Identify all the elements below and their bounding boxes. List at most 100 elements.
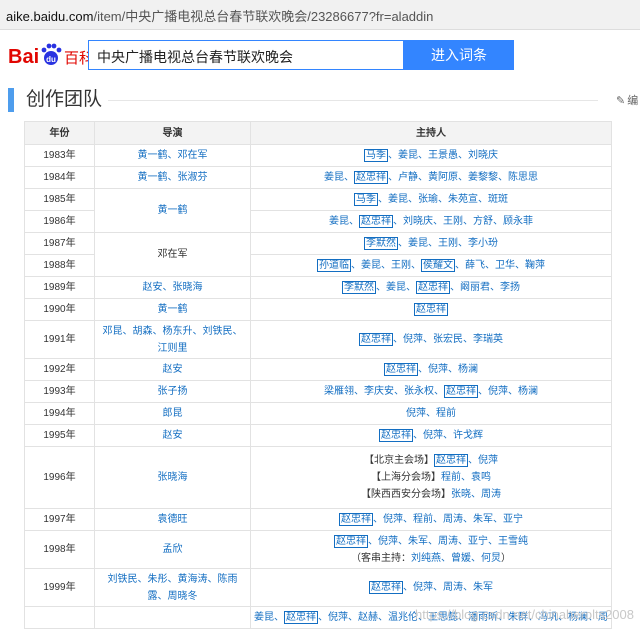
host-name-link[interactable]: 马季	[364, 149, 388, 162]
table-row: 1996年 张晓海 【北京主会场】 赵忠祥 、倪萍 【上海分会场】程前、袁鸣 【陕西西安分会…	[24, 446, 612, 509]
host-text[interactable]: 刘纯燕、曾媛、何炅	[411, 553, 501, 564]
year-cell: 1994年	[24, 402, 95, 425]
director-cell[interactable]: 黄一鹤、张淑芬	[94, 166, 251, 189]
host-name-link[interactable]: 赵忠祥	[379, 429, 413, 442]
host-text[interactable]: 、倪萍、朱军、周涛、亚宁、王雪纯	[368, 536, 528, 547]
hosts-cell: 孙道临 、姜昆、王刚、 侯耀文 、薛飞、卫华、鞠萍	[250, 254, 612, 277]
director-cell[interactable]: 刘铁民、朱彤、黄海涛、陈雨露、周晓冬	[94, 568, 251, 607]
host-text[interactable]: 、倪萍、杨澜	[418, 364, 478, 375]
director-cell[interactable]: 张子扬	[94, 380, 251, 403]
host-text[interactable]: 、卢静、黄阿原、姜黎黎、陈思思	[388, 172, 538, 183]
director-cell[interactable]: 袁德旺	[94, 508, 251, 531]
year-cell: 1985年	[24, 188, 95, 211]
edit-button[interactable]: ✎ 编	[616, 92, 638, 108]
table-row: 1995年 赵安 赵忠祥 、倪萍、许戈辉	[24, 424, 612, 447]
host-text[interactable]: 、阚丽君、李扬	[450, 282, 520, 293]
host-text[interactable]: 、倪萍、许戈辉	[413, 430, 483, 441]
host-name-link[interactable]: 赵忠祥	[416, 281, 450, 294]
header-year: 年份	[24, 121, 95, 145]
director-cell[interactable]: 黄一鹤	[94, 298, 251, 321]
hosts-cell: 赵忠祥 、倪萍、朱军、周涛、亚宁、王雪纯 （客串主持：刘纯燕、曾媛、何炅）	[250, 530, 612, 569]
section-title: 创作团队	[26, 89, 103, 110]
host-text[interactable]: 、刘晓庆、王刚、方舒、顾永菲	[393, 216, 533, 227]
section-header: 创作团队 ✎ 编	[0, 88, 640, 116]
enter-entry-button[interactable]: 进入词条	[404, 40, 514, 70]
logo-du: du	[46, 55, 56, 64]
table-row: 1999年 刘铁民、朱彤、黄海涛、陈雨露、周晓冬 赵忠祥 、倪萍、周涛、朱军	[24, 568, 612, 607]
director-cell[interactable]: 张晓海	[94, 446, 251, 509]
logo-baike: 百科	[64, 49, 88, 67]
host-text[interactable]: 、倪萍、周涛、朱军	[403, 582, 493, 593]
host-name-link[interactable]: 赵忠祥	[369, 581, 403, 594]
hosts-cell: 李默然 、姜昆、王刚、李小玢	[250, 232, 612, 255]
host-text[interactable]: 、薛飞、卫华、鞠萍	[455, 260, 545, 271]
host-name-link[interactable]: 李默然	[364, 237, 398, 250]
host-text[interactable]: 张晓、周涛	[451, 489, 501, 500]
year-cell: 1990年	[24, 298, 95, 321]
host-name-link[interactable]: 赵忠祥	[414, 303, 448, 316]
address-bar[interactable]: aike.baidu.com/item/中央广播电视总台春节联欢晚会/23286…	[0, 0, 640, 30]
director-cell[interactable]: 邓昆、胡森、杨东升、刘铁民、江则里	[94, 320, 251, 359]
table-row: 1989年 赵安、张晓海 李默然 、姜昆、 赵忠祥 、阚丽君、李扬	[24, 276, 612, 299]
host-name-link[interactable]: 赵忠祥	[434, 454, 468, 467]
host-text[interactable]: 、姜昆、	[376, 282, 416, 293]
host-name-link[interactable]: 李默然	[342, 281, 376, 294]
host-line: 赵忠祥 、倪萍、朱军、周涛、亚宁、王雪纯	[254, 533, 608, 550]
watermark: https://blog.csdn.net/chinaherolts2008	[415, 607, 634, 622]
host-text[interactable]: 、倪萍、张宏民、李瑞英	[393, 334, 503, 345]
baidu-baike-logo[interactable]: Bai du 百科	[8, 40, 88, 70]
hosts-cell: 赵忠祥	[250, 298, 612, 321]
host-text[interactable]: 、姜昆、王刚、李小玢	[398, 238, 498, 249]
year-cell: 1983年	[24, 144, 95, 167]
director-cell[interactable]	[94, 606, 251, 629]
host-name-link[interactable]: 赵忠祥	[359, 333, 393, 346]
creative-team-table: 年份 导演 主持人 1983年 黄一鹤、邓在军 马季 、姜昆、王景愚、刘晓庆 1984年…	[24, 121, 612, 629]
host-text[interactable]: 姜昆、	[324, 172, 354, 183]
table-row: 1990年 黄一鹤 赵忠祥	[24, 298, 612, 321]
host-name-link[interactable]: 赵忠祥	[334, 534, 368, 548]
host-text[interactable]: 、倪萍、杨澜	[478, 386, 538, 397]
venue-label: （客串主持：	[351, 552, 411, 564]
host-text[interactable]: 、倪萍、程前、周涛、朱军、亚宁	[373, 514, 523, 525]
host-name-link[interactable]: 赵忠祥	[384, 363, 418, 376]
paw-icon: du	[41, 43, 62, 65]
host-text[interactable]: 、倪萍	[468, 455, 498, 466]
host-text[interactable]: 倪萍、程前	[406, 408, 456, 419]
hosts-cell: 姜昆、 赵忠祥 、卢静、黄阿原、姜黎黎、陈思思	[250, 166, 612, 189]
host-name-link[interactable]: 赵忠祥	[354, 171, 388, 184]
host-name-link[interactable]: 侯耀文	[421, 259, 455, 272]
host-name-link[interactable]: 赵忠祥	[444, 385, 478, 398]
director-cell[interactable]: 赵安	[94, 424, 251, 447]
host-text[interactable]: 、姜昆、张瑜、朱苑宣、斑斑	[378, 194, 508, 205]
director-cell[interactable]: 赵安	[94, 358, 251, 381]
host-name-link[interactable]: 赵忠祥	[359, 215, 393, 228]
year-cell	[24, 606, 95, 629]
host-name-link[interactable]: 马季	[354, 193, 378, 206]
hosts-cell: 赵忠祥 、倪萍、周涛、朱军	[250, 568, 612, 607]
director-cell[interactable]: 黄一鹤、邓在军	[94, 144, 251, 167]
host-text[interactable]: 梁雁翎、李庆安、张永权、	[324, 386, 444, 397]
host-text[interactable]: 程前、袁鸣	[441, 472, 491, 483]
table-row: 1994年 郎昆 倪萍、程前	[24, 402, 612, 425]
host-name-link[interactable]: 孙道临	[317, 259, 351, 272]
host-name-link[interactable]: 赵忠祥	[339, 513, 373, 526]
director-cell[interactable]: 郎昆	[94, 402, 251, 425]
host-line: （客串主持：刘纯燕、曾媛、何炅）	[254, 550, 608, 567]
hosts-cell: 马季 、姜昆、张瑜、朱苑宣、斑斑	[250, 188, 612, 211]
host-text[interactable]: 、姜昆、王刚、	[351, 260, 421, 271]
director-cell[interactable]: 孟欣	[94, 530, 251, 569]
hosts-cell: 赵忠祥 、倪萍、张宏民、李瑞英	[250, 320, 612, 359]
table-row: 1983年 黄一鹤、邓在军 马季 、姜昆、王景愚、刘晓庆	[24, 144, 612, 167]
year-cell: 1997年	[24, 508, 95, 531]
table-row: 1992年 赵安 赵忠祥 、倪萍、杨澜	[24, 358, 612, 381]
director-cell[interactable]: 赵安、张晓海	[94, 276, 251, 299]
host-text[interactable]: 姜昆、	[329, 216, 359, 227]
search-input[interactable]: 中央广播电视总台春节联欢晚会	[88, 40, 404, 70]
host-name-link[interactable]: 赵忠祥	[284, 611, 318, 624]
director-cell[interactable]: 黄一鹤	[94, 188, 251, 233]
edit-label: 编	[627, 95, 639, 107]
venue-label: 【上海分会场】	[371, 472, 441, 483]
host-text[interactable]: 姜昆、	[254, 612, 284, 623]
host-text[interactable]: 、姜昆、王景愚、刘晓庆	[388, 150, 498, 161]
venue-label: ）	[501, 552, 511, 564]
